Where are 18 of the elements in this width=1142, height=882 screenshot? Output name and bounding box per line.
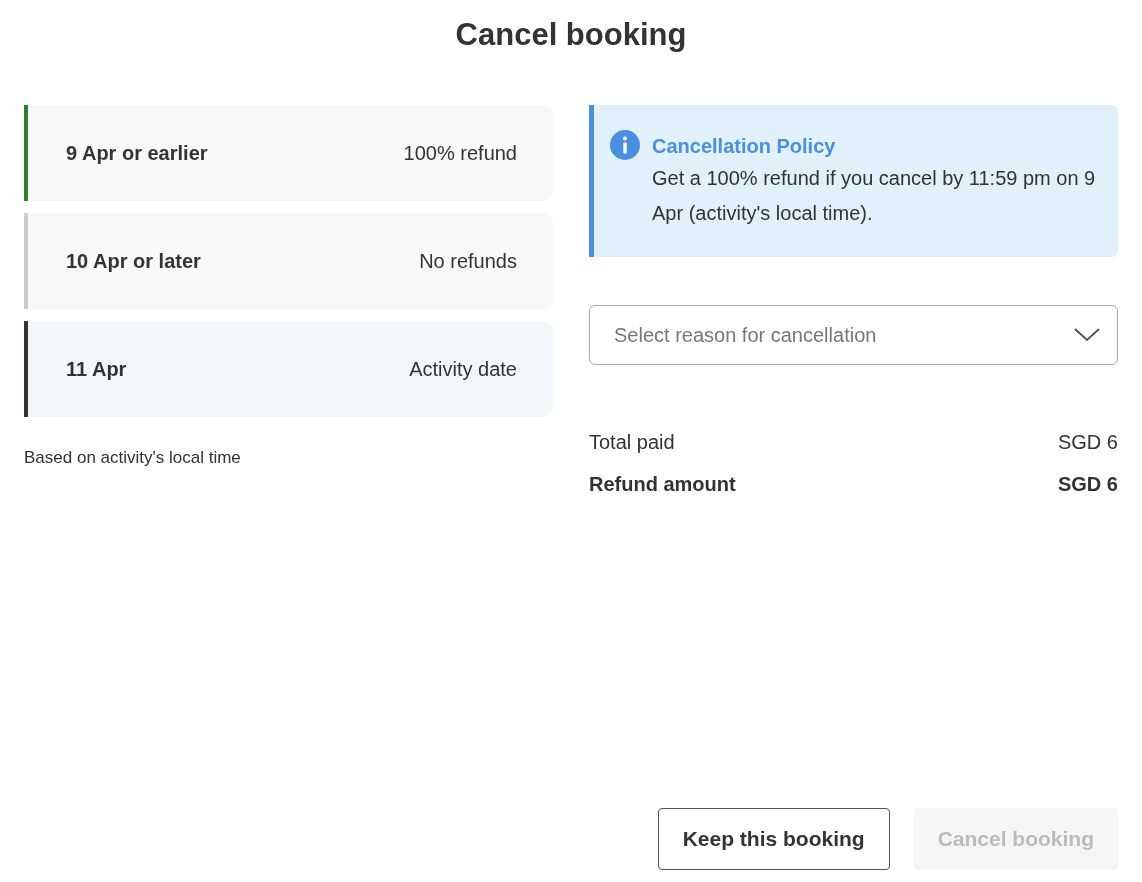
policy-text: Get a 100% refund if you cancel by 11:59 pm on 9 Apr (activity's local time).: [652, 165, 1097, 226]
timeline-date: 10 Apr or later: [66, 248, 201, 274]
timeline-outcome: No refunds: [419, 248, 517, 274]
total-value: SGD 6: [1057, 471, 1118, 497]
timeline-outcome: Activity date: [409, 356, 517, 382]
reason-select[interactable]: Select reason for cancellation: [589, 304, 1118, 365]
total-label: Refund amount: [589, 471, 736, 497]
timeline-date: 9 Apr or earlier: [66, 140, 208, 166]
total-label: Total paid: [589, 429, 675, 455]
total-value: SGD 6: [1057, 429, 1118, 455]
timeline-note: Based on activity's local time: [24, 446, 242, 469]
info-icon: [610, 129, 640, 160]
keep-booking-button[interactable]: Keep this booking: [657, 808, 890, 870]
dialog-title: Cancel booking: [454, 16, 688, 54]
timeline-date: 11 Apr: [66, 356, 127, 382]
timeline-outcome: 100% refund: [403, 140, 517, 166]
chevron-down-icon: [1073, 326, 1101, 343]
policy-title: Cancellation Policy: [652, 133, 837, 159]
